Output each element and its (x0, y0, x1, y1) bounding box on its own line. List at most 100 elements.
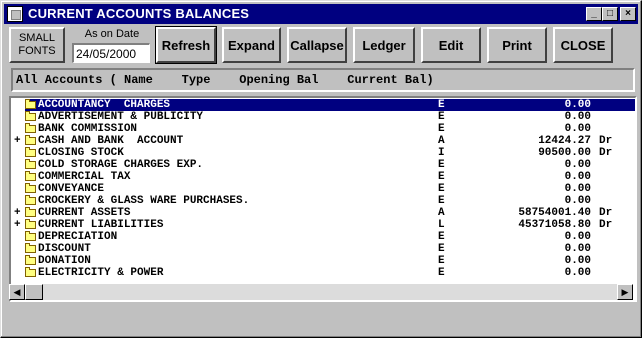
folder-icon (25, 231, 36, 241)
current-balance: 0.00 (564, 111, 591, 123)
account-name: CONVEYANCE (38, 183, 105, 195)
current-balance: 0.00 (564, 123, 591, 135)
tree-row[interactable]: CONVEYANCE E 0.00 (11, 183, 635, 195)
dr-cr-indicator: Dr (599, 147, 613, 159)
account-name: CROCKERY & GLASS WARE PURCHASES. (38, 195, 250, 207)
tree-row[interactable]: COMMERCIAL TAX E 0.00 (11, 171, 635, 183)
expand-button[interactable]: Expand (222, 27, 281, 63)
account-name: DEPRECIATION (38, 231, 118, 243)
small-fonts-button[interactable]: SMALL FONTS (9, 27, 65, 63)
folder-icon (25, 111, 36, 121)
folder-icon (25, 147, 36, 157)
tree-row[interactable]: ACCOUNTANCY CHARGES E 0.00 (11, 99, 635, 111)
horizontal-scrollbar[interactable]: ◀ ▶ (9, 284, 633, 300)
small-fonts-line1: SMALL (18, 32, 56, 44)
current-balance: 58754001.40 (518, 207, 591, 219)
current-balance: 0.00 (564, 183, 591, 195)
account-name: ACCOUNTANCY CHARGES (38, 99, 171, 111)
current-balance: 45371058.80 (518, 219, 591, 231)
account-name: CURRENT ASSETS (38, 207, 131, 219)
current-balance: 0.00 (564, 243, 591, 255)
expand-toggle[interactable]: + (14, 219, 24, 231)
folder-icon (25, 255, 36, 265)
tree-row[interactable]: + CURRENT ASSETS A 58754001.40 Dr (11, 207, 635, 219)
current-balance: 0.00 (564, 99, 591, 111)
account-name: CURRENT LIABILITIES (38, 219, 164, 231)
close-window-button[interactable]: × (620, 7, 636, 21)
account-type: E (438, 183, 445, 195)
tree-row[interactable]: ELECTRICITY & POWER E 0.00 (11, 267, 635, 279)
scroll-thumb[interactable] (25, 284, 43, 300)
refresh-button[interactable]: Refresh (155, 26, 217, 64)
tree-row[interactable]: DONATION E 0.00 (11, 255, 635, 267)
main-window: CURRENT ACCOUNTS BALANCES _ □ × SMALL FO… (0, 0, 642, 338)
current-balance: 0.00 (564, 159, 591, 171)
date-input[interactable] (72, 43, 150, 63)
account-name: DISCOUNT (38, 243, 91, 255)
system-menu-icon[interactable] (7, 6, 23, 22)
tree-row[interactable]: DEPRECIATION E 0.00 (11, 231, 635, 243)
tree-row[interactable]: COLD STORAGE CHARGES EXP. E 0.00 (11, 159, 635, 171)
account-type: E (438, 255, 445, 267)
account-name: CASH AND BANK ACCOUNT (38, 135, 184, 147)
tree-row[interactable]: + CURRENT LIABILITIES L 45371058.80 Dr (11, 219, 635, 231)
as-on-date-label: As on Date (84, 28, 140, 40)
account-name: ADVERTISEMENT & PUBLICITY (38, 111, 204, 123)
small-fonts-line2: FONTS (18, 45, 56, 57)
account-type: E (438, 231, 445, 243)
folder-icon (25, 195, 36, 205)
current-balance: 90500.00 (538, 147, 591, 159)
folder-icon (25, 171, 36, 181)
minimize-button[interactable]: _ (586, 7, 602, 21)
current-balance: 0.00 (564, 171, 591, 183)
folder-icon (25, 207, 36, 217)
tree-row[interactable]: DISCOUNT E 0.00 (11, 243, 635, 255)
account-name: COMMERCIAL TAX (38, 171, 131, 183)
dr-cr-indicator: Dr (599, 207, 613, 219)
account-name: BANK COMMISSION (38, 123, 138, 135)
tree-row[interactable]: BANK COMMISSION E 0.00 (11, 123, 635, 135)
account-type: E (438, 111, 445, 123)
title-bar[interactable]: CURRENT ACCOUNTS BALANCES _ □ × (4, 4, 638, 24)
folder-icon (25, 219, 36, 229)
account-type: E (438, 171, 445, 183)
account-type: E (438, 99, 445, 111)
edit-button[interactable]: Edit (421, 27, 481, 63)
account-name: ELECTRICITY & POWER (38, 267, 164, 279)
account-type: L (438, 219, 445, 231)
account-type: E (438, 123, 445, 135)
tree-row[interactable]: ADVERTISEMENT & PUBLICITY E 0.00 (11, 111, 635, 123)
account-name: COLD STORAGE CHARGES EXP. (38, 159, 204, 171)
scroll-left-icon[interactable]: ◀ (9, 284, 25, 300)
account-name: DONATION (38, 255, 91, 267)
accounts-tree[interactable]: ACCOUNTANCY CHARGES E 0.00 ADVERTISEMENT & … (9, 96, 637, 302)
close-button[interactable]: CLOSE (553, 27, 613, 63)
account-type: A (438, 135, 445, 147)
account-type: A (438, 207, 445, 219)
ledger-button[interactable]: Ledger (353, 27, 415, 63)
print-button[interactable]: Print (487, 27, 547, 63)
current-balance: 12424.27 (538, 135, 591, 147)
folder-icon (25, 243, 36, 253)
collapse-button[interactable]: Callapse (287, 27, 347, 63)
folder-icon (25, 123, 36, 133)
expand-toggle[interactable]: + (14, 135, 24, 147)
account-type: E (438, 159, 445, 171)
expand-toggle[interactable]: + (14, 207, 24, 219)
account-type: E (438, 195, 445, 207)
scroll-right-icon[interactable]: ▶ (617, 284, 633, 300)
account-type: I (438, 147, 445, 159)
window-title: CURRENT ACCOUNTS BALANCES (28, 6, 250, 21)
folder-icon (25, 183, 36, 193)
dr-cr-indicator: Dr (599, 219, 613, 231)
current-balance: 0.00 (564, 195, 591, 207)
tree-row[interactable]: + CASH AND BANK ACCOUNT A 12424.27 Dr (11, 135, 635, 147)
maximize-button[interactable]: □ (602, 7, 618, 21)
current-balance: 0.00 (564, 255, 591, 267)
account-type: E (438, 243, 445, 255)
folder-icon (25, 99, 36, 109)
tree-row[interactable]: CLOSING STOCK I 90500.00 Dr (11, 147, 635, 159)
tree-row[interactable]: CROCKERY & GLASS WARE PURCHASES. E 0.00 (11, 195, 635, 207)
account-name: CLOSING STOCK (38, 147, 124, 159)
current-balance: 0.00 (564, 267, 591, 279)
